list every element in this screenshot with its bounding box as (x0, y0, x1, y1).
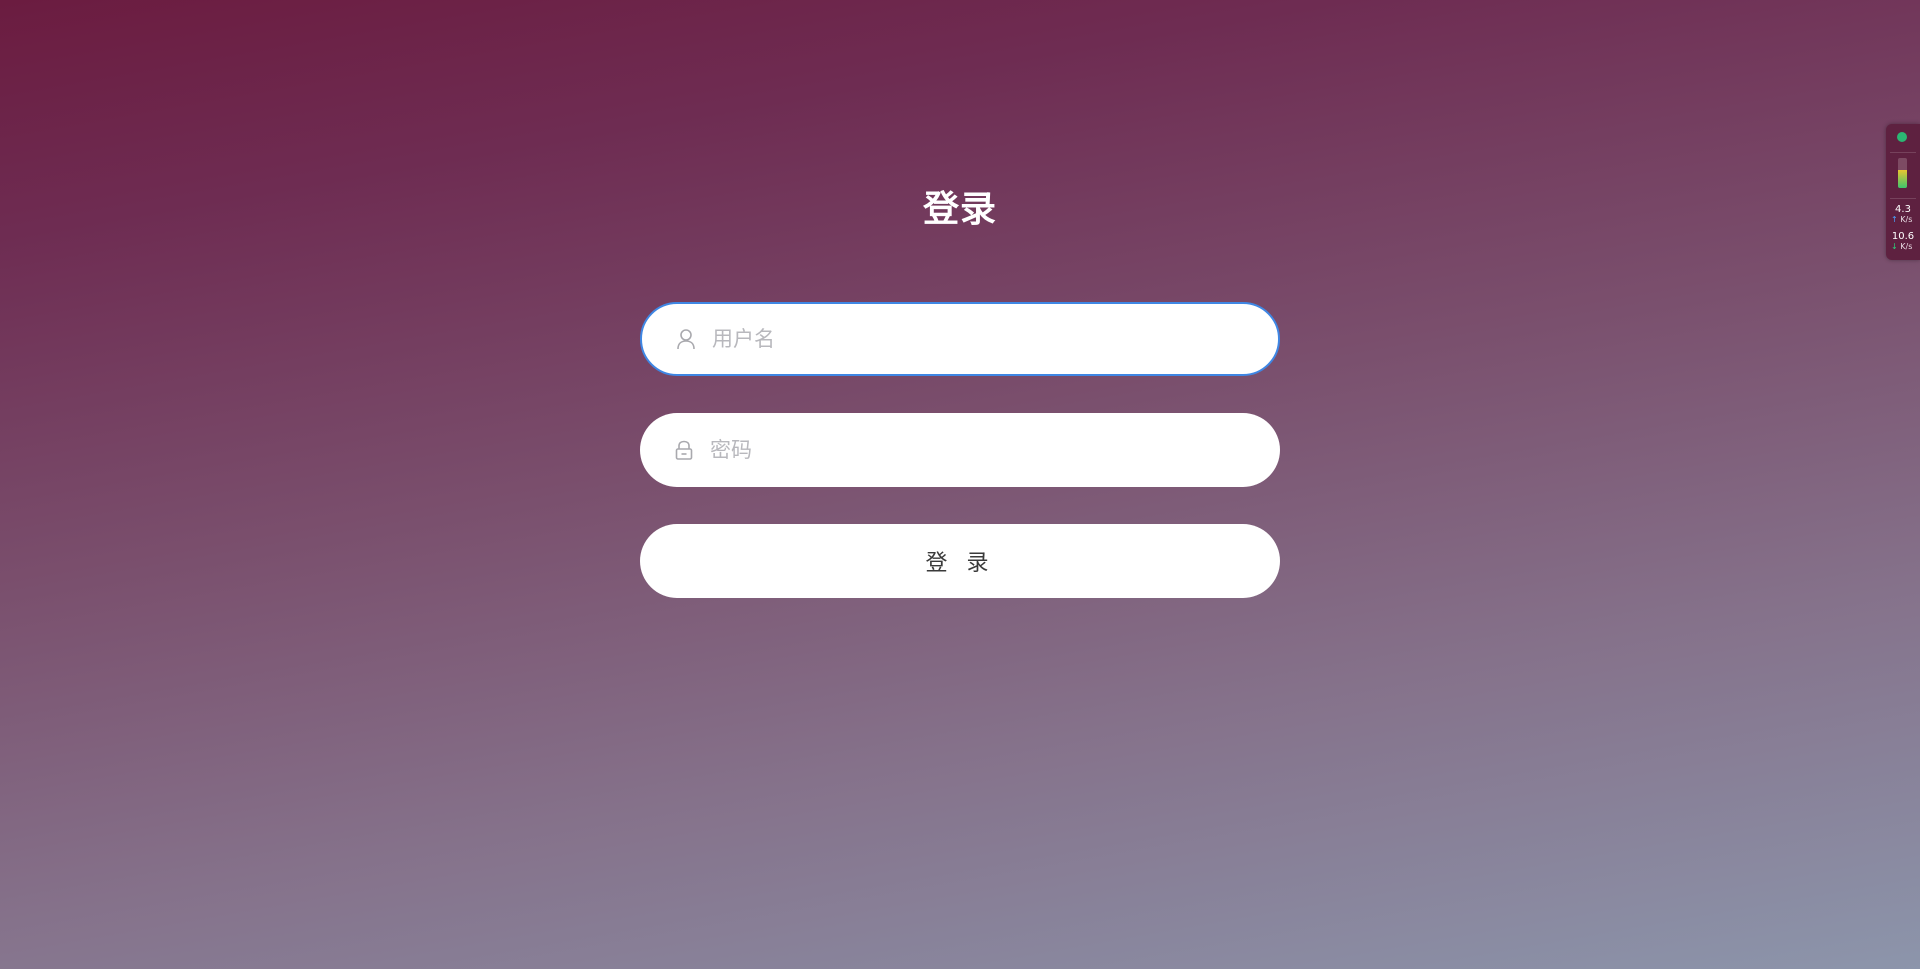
password-input[interactable] (710, 438, 1250, 462)
download-speed-unit: ↓ K/s (1891, 242, 1920, 252)
upload-unit-label: K/s (1900, 215, 1913, 224)
username-field[interactable] (640, 302, 1280, 376)
upload-speed-value: 4.3 (1895, 204, 1911, 215)
password-field[interactable] (640, 413, 1280, 487)
login-button[interactable]: 登 录 (640, 524, 1280, 598)
lock-icon (674, 439, 694, 461)
download-unit-label: K/s (1900, 242, 1913, 251)
username-input[interactable] (712, 327, 1252, 351)
upload-speed-unit: ↑ K/s (1891, 215, 1920, 225)
user-icon (676, 328, 696, 350)
status-dot-icon (1897, 132, 1907, 142)
divider (1890, 152, 1916, 153)
download-speed-value: 10.6 (1891, 231, 1915, 242)
network-speed-widget[interactable]: 4.3 ↑ K/s 10.6 ↓ K/s (1886, 124, 1920, 260)
page-title: 登录 (922, 189, 997, 230)
usage-gauge (1898, 158, 1907, 188)
arrow-up-icon: ↑ (1891, 215, 1898, 224)
usage-gauge-fill (1898, 170, 1907, 188)
arrow-down-icon: ↓ (1891, 242, 1898, 251)
divider (1890, 198, 1916, 199)
